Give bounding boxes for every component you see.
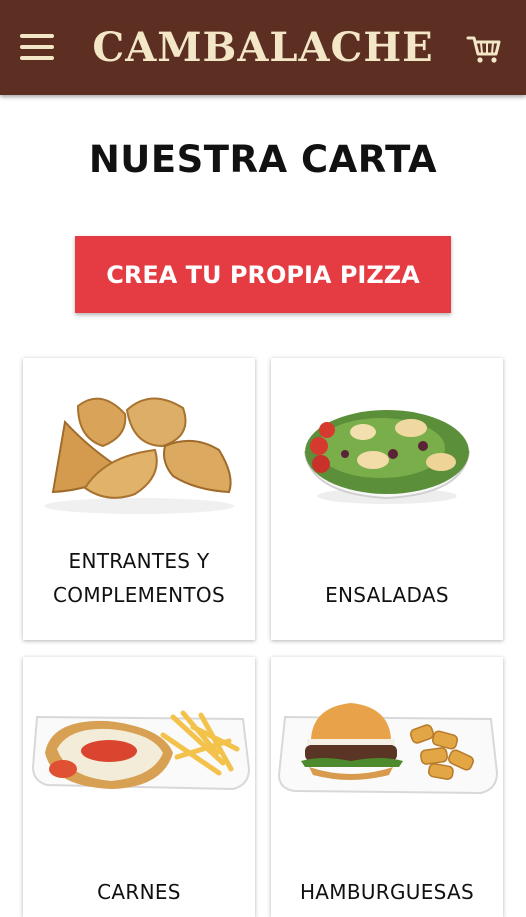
app-logo-title: CAMBALACHE — [0, 24, 526, 71]
app-header: CAMBALACHE — [0, 0, 526, 95]
category-label-line1: ENTRANTES Y — [68, 549, 210, 573]
hamburger-menu-icon[interactable] — [20, 34, 54, 62]
category-card-carnes[interactable]: CARNES — [23, 657, 255, 917]
salad-bowl-image — [303, 410, 471, 504]
category-label: ENTRANTES Y COMPLEMENTOS — [31, 544, 247, 612]
category-label-line2: COMPLEMENTOS — [53, 583, 225, 607]
category-label: CARNES — [97, 880, 181, 904]
milanesa-image — [31, 710, 251, 791]
category-card-entrantes[interactable]: ENTRANTES Y COMPLEMENTOS — [23, 358, 255, 640]
empanadas-image — [44, 397, 234, 514]
app-title-text: CAMBALACHE — [92, 24, 434, 71]
category-card-ensaladas[interactable]: ENSALADAS — [271, 358, 503, 640]
create-pizza-button[interactable]: CREA TU PROPIA PIZZA — [75, 236, 451, 313]
page-title: NUESTRA CARTA — [88, 138, 438, 181]
category-label: ENSALADAS — [325, 583, 449, 607]
burger-image — [277, 703, 499, 795]
category-label: HAMBURGUESAS — [299, 880, 475, 904]
category-card-hamburguesas[interactable]: HAMBURGUESAS — [271, 657, 503, 917]
shopping-cart-icon[interactable] — [466, 34, 502, 66]
